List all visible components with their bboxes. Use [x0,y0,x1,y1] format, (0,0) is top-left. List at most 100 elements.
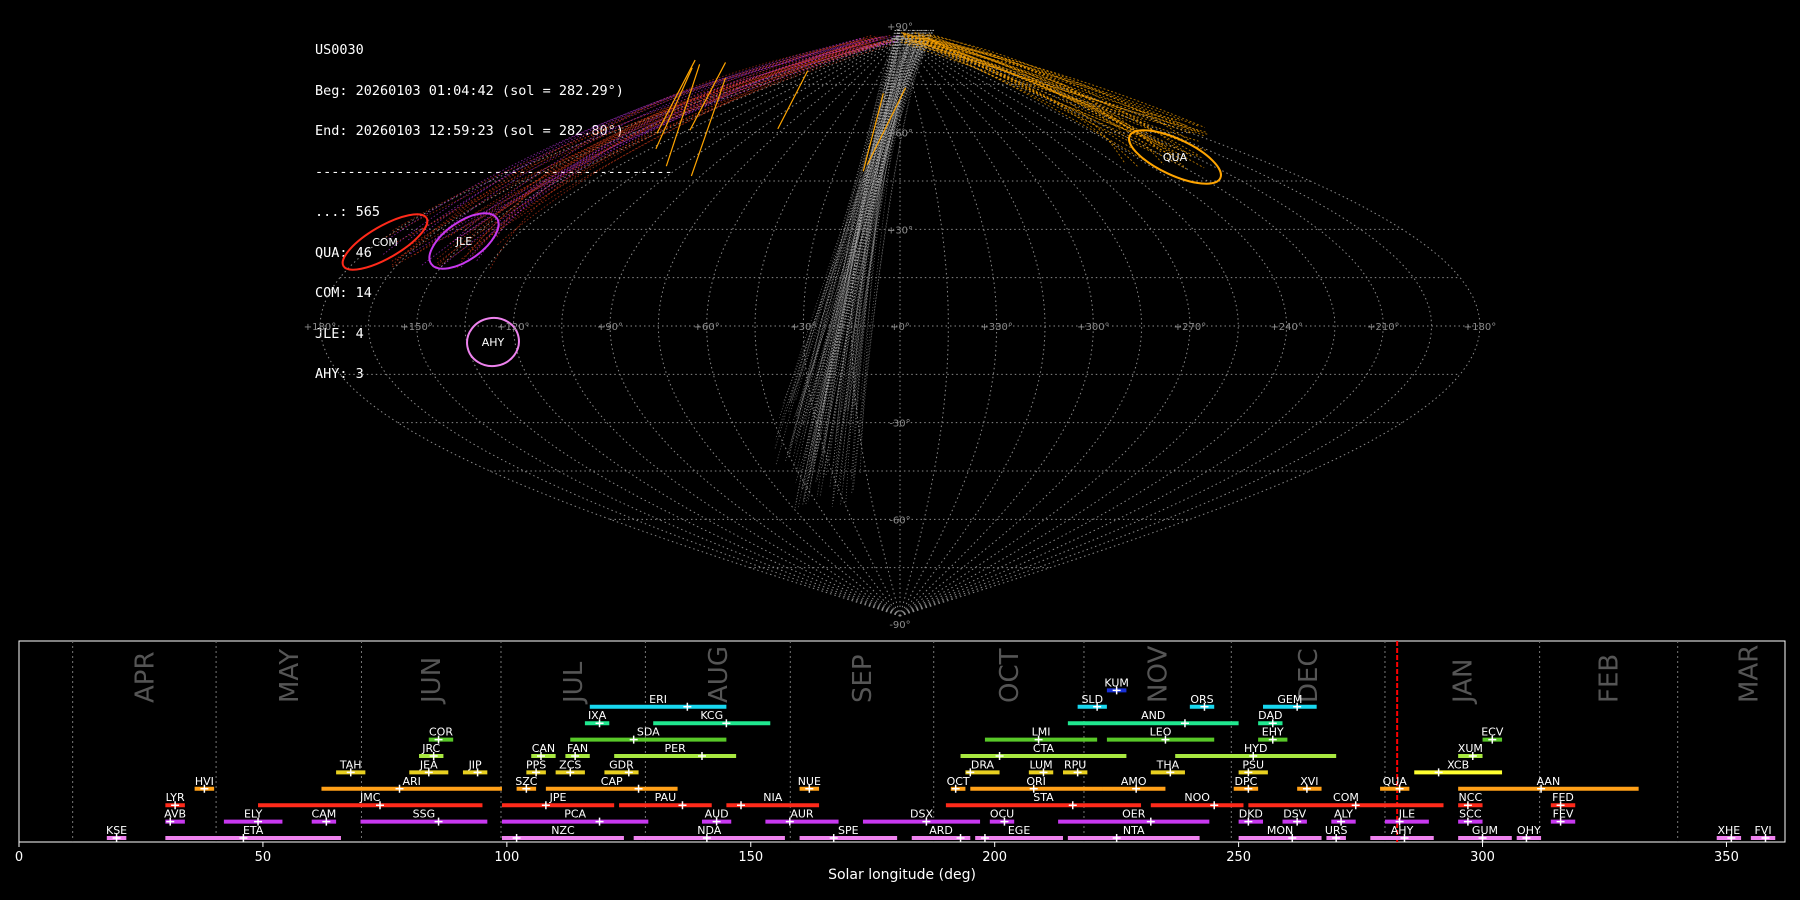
shower-label-zcs: ZCS [559,758,581,771]
lon-tick-label: +180° [1464,322,1496,333]
shower-label-ari: ARI [403,775,421,788]
shower-label-pps: PPS [526,758,546,771]
shower-peak-sta [1068,801,1077,810]
shower-peak-cap [634,784,643,793]
meteor-track [496,34,892,238]
meteor-track [456,40,894,268]
qua-track [914,35,1185,167]
shower-label-sta: STA [1033,791,1054,804]
meteor-track [392,41,891,231]
sporadic-track [854,29,910,406]
shower-label-tah: TAH [339,758,362,771]
shower-label-cor: COR [429,726,453,739]
shower-label-nda: NDA [697,824,722,837]
lat-tick-label: -30° [889,419,910,430]
shower-label-scc: SCC [1459,808,1482,821]
lat-tick-label: +30° [887,225,913,236]
meteor-track [436,42,862,269]
shower-label-xhe: XHE [1718,824,1741,837]
shower-label-jmc: JMC [359,791,381,804]
radiant-label-jle: JLE [455,235,472,248]
shower-label-fev: FEV [1553,808,1574,821]
qua-track [777,70,809,130]
lon-tick-label: +240° [1270,322,1302,333]
shower-peak-cta [995,752,1004,760]
shower-label-jrc: JRC [421,742,440,755]
shower-label-ard: ARD [929,824,953,837]
shower-peak-kcg [722,719,731,728]
shower-peak-pau [678,801,687,810]
shower-label-xcb: XCB [1447,758,1469,771]
shower-peak-spe [829,834,838,842]
shower-peak-per [697,752,706,760]
shower-label-and: AND [1141,709,1165,722]
shower-peak-ard [956,834,965,842]
shower-label-dra: DRA [971,758,995,771]
shower-label-hyd: HYD [1244,742,1267,755]
shower-label-oct: OCT [947,775,970,788]
radiant-label-qua: QUA [1163,151,1188,164]
meteor-track [396,41,892,243]
shower-label-eta: ETA [243,824,264,837]
x-tick-label: 250 [1226,850,1251,865]
shower-label-jpe: JPE [549,791,567,804]
shower-label-gem: GEM [1277,693,1302,706]
shower-label-spe: SPE [838,824,859,837]
shower-label-cap: CAP [601,775,623,788]
shower-label-xvi: XVI [1300,775,1318,788]
qua-track [917,40,1208,133]
shower-label-can: CAN [532,742,555,755]
shower-label-ori: ORI [1026,775,1046,788]
shower-label-com: COM [1333,791,1359,804]
x-tick-label: 0 [15,850,23,865]
shower-label-urs: URS [1325,824,1348,837]
qua-track [910,41,1201,133]
lon-tick-label: +0° [890,322,910,333]
month-label-aug: AUG [704,646,734,703]
x-axis-label: Solar longitude (deg) [828,867,976,883]
shower-label-kcg: KCG [700,709,723,722]
lon-tick-label: +270° [1174,322,1206,333]
radiant-label-ahy: AHY [482,336,505,349]
shower-label-nia: NIA [763,791,782,804]
shower-label-ecv: ECV [1481,726,1504,739]
shower-label-jle: JLE [1398,808,1415,821]
shower-label-ehy: EHY [1262,726,1284,739]
shower-label-lyr: LYR [166,791,185,804]
lon-tick-label: +150° [400,322,432,333]
shower-label-gdr: GDR [609,758,634,771]
lon-tick-label: +30° [790,322,816,333]
shower-label-hvi: HVI [195,775,214,788]
sporadic-track [805,29,934,493]
shower-peak-nzc [512,834,521,842]
shower-label-ocu: OCU [990,808,1014,821]
shower-label-fan: FAN [567,742,588,755]
shower-label-ixa: IXA [588,709,607,722]
lon-tick-label: +90° [597,322,623,333]
month-label-jan: JAN [1448,659,1478,705]
shower-peak-eri [683,702,692,711]
shower-peak-nta [1112,834,1121,842]
lon-tick-label: +300° [1077,322,1109,333]
shower-label-dkd: DKD [1239,808,1263,821]
shower-label-kse: KSE [106,824,127,837]
lon-tick-label: +210° [1367,322,1399,333]
month-label-jul: JUL [559,661,589,705]
month-label-feb: FEB [1595,654,1625,703]
shower-label-ohy: OHY [1517,824,1541,837]
shower-label-cam: CAM [312,808,337,821]
sporadic-track [825,29,900,477]
shower-label-tha: THA [1156,758,1180,771]
shower-peak-ege [980,834,989,842]
lon-tick-label: +60° [694,322,720,333]
meteor-track [462,38,893,236]
lat-tick-label: -60° [889,515,910,526]
meteor-track [476,34,900,261]
sporadic-track [828,29,934,463]
shower-label-sld: SLD [1081,693,1103,706]
shower-label-per: PER [665,742,687,755]
month-label-sep: SEP [848,654,878,703]
meteor-track [461,36,882,260]
x-tick-label: 300 [1470,850,1495,865]
shower-label-ncc: NCC [1459,791,1483,804]
